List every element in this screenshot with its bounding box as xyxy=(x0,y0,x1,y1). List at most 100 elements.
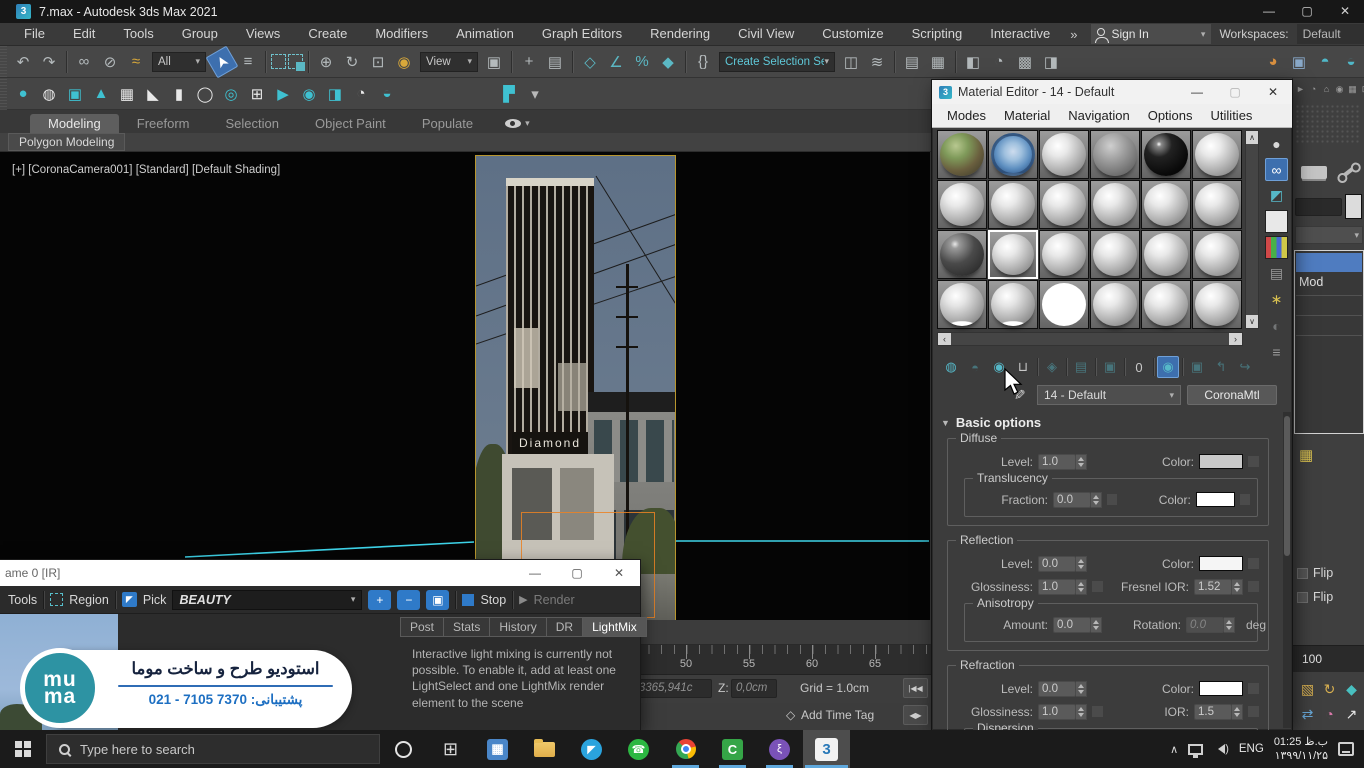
create-geosphere-icon[interactable]: ◎ xyxy=(219,82,243,106)
align-icon[interactable]: ≋ xyxy=(865,50,889,74)
material-slot-15[interactable] xyxy=(1039,230,1089,279)
spinner-icon[interactable] xyxy=(1232,704,1243,720)
ribbon-tab-object-paint[interactable]: Object Paint xyxy=(297,114,404,133)
show-end-result-icon[interactable]: ▣ xyxy=(1186,356,1208,378)
render-production-icon[interactable]: ◓ xyxy=(1313,50,1337,74)
redo-icon[interactable]: ↷ xyxy=(37,50,61,74)
material-slot-21[interactable] xyxy=(1039,280,1089,329)
orbit-icon[interactable]: ◔ xyxy=(1319,703,1340,725)
refraction-ior-field[interactable]: 1.5 xyxy=(1194,704,1243,720)
parameter-table-icon[interactable]: ▦ xyxy=(115,82,139,106)
reference-coordinate-dropdown[interactable]: View▾ xyxy=(420,52,478,72)
vfb-pick-button[interactable]: Pick xyxy=(143,593,167,607)
spinner-icon[interactable] xyxy=(1076,681,1087,697)
pan-icon[interactable]: ⇄ xyxy=(1297,703,1318,725)
render-iterative-icon[interactable]: ◒ xyxy=(1339,50,1363,74)
render-pass-dropdown[interactable]: BEAUTY▾ xyxy=(172,590,362,610)
material-slot-9[interactable] xyxy=(1039,180,1089,229)
chrome-app[interactable] xyxy=(662,730,709,768)
reflection-level-field[interactable]: 0.0 xyxy=(1038,556,1087,572)
material-slot-4[interactable] xyxy=(1090,130,1140,179)
anisotropy-rotation-map-button[interactable] xyxy=(1239,618,1241,631)
spinner-icon[interactable] xyxy=(1091,492,1102,508)
create-lamp-icon[interactable]: ◒ xyxy=(375,82,399,106)
refraction-ior-map-button[interactable] xyxy=(1247,705,1260,718)
play-animation-icon[interactable]: ▶ xyxy=(271,82,295,106)
zoom-out-button[interactable]: − xyxy=(397,590,420,610)
options-icon[interactable]: ∗ xyxy=(1265,288,1288,311)
material-slot-19[interactable] xyxy=(937,280,987,329)
keyboard-override-icon[interactable]: ▤ xyxy=(543,50,567,74)
modifier-list-dropdown[interactable]: ▾ xyxy=(1295,226,1363,244)
viewport[interactable]: [+] [CoronaCamera001] [Standard] [Defaul… xyxy=(0,152,930,620)
video-color-check-icon[interactable] xyxy=(1265,236,1288,259)
dope-sheet-icon[interactable]: ▩ xyxy=(1013,50,1037,74)
select-by-name-icon[interactable]: ≡ xyxy=(236,50,260,74)
snap-toggle-icon[interactable]: ◇ xyxy=(578,50,602,74)
menu-graph-editors[interactable]: Graph Editors xyxy=(528,23,636,45)
mirror-icon[interactable]: ◫ xyxy=(839,50,863,74)
teapot-icon[interactable]: ◔ xyxy=(349,82,373,106)
ribbon-display-dropdown[interactable]: ▾ xyxy=(505,118,530,133)
fresnel-ior-map-button[interactable] xyxy=(1247,580,1260,593)
put-to-library-icon[interactable]: ▤ xyxy=(1070,356,1092,378)
search-input[interactable]: Type here to search xyxy=(46,734,380,764)
modifier-stack[interactable]: Mod xyxy=(1294,250,1364,434)
percent-snap-icon[interactable]: % xyxy=(630,50,654,74)
slots-horizontal-scrollbar[interactable]: ‹ › xyxy=(937,332,1243,346)
diffuse-level-color-swatch[interactable] xyxy=(1199,454,1243,469)
vfb-tools-button[interactable]: Tools xyxy=(8,593,37,607)
angle-snap-icon[interactable]: ∠ xyxy=(604,50,628,74)
select-and-scale-icon[interactable]: ⊡ xyxy=(366,50,390,74)
me-menu-material[interactable]: Material xyxy=(995,108,1059,123)
material-slot-6[interactable] xyxy=(1192,130,1242,179)
vfb-tab-stats[interactable]: Stats xyxy=(444,617,490,637)
refraction-level-color-swatch[interactable] xyxy=(1199,681,1243,696)
spinner-icon[interactable] xyxy=(1232,579,1243,595)
zoom-in-button[interactable]: + xyxy=(368,590,391,610)
menu-edit[interactable]: Edit xyxy=(59,23,109,45)
render-setup-icon[interactable]: ◕ xyxy=(1261,50,1285,74)
menu-animation[interactable]: Animation xyxy=(442,23,528,45)
spinner-icon[interactable] xyxy=(1076,454,1087,470)
anisotropy-amount-field[interactable]: 0.0 xyxy=(1053,617,1102,633)
select-by-material-icon[interactable]: ◐ xyxy=(1265,314,1288,337)
select-and-link-icon[interactable]: ∞ xyxy=(72,50,96,74)
material-slot-1[interactable] xyxy=(937,130,987,179)
object-name-field[interactable] xyxy=(1295,198,1342,216)
speaker-icon[interactable]: ) xyxy=(1213,743,1229,755)
spinner-icon[interactable] xyxy=(1224,617,1235,633)
display-tab-icon[interactable]: ▦ xyxy=(1347,80,1358,98)
scroll-left-icon[interactable]: ‹ xyxy=(938,333,951,345)
3dsmax-app[interactable]: 3 xyxy=(803,730,850,768)
me-minimize-button[interactable]: — xyxy=(1178,80,1216,104)
refraction-level-field[interactable]: 0.0 xyxy=(1038,681,1087,697)
material-slot-2[interactable] xyxy=(988,130,1038,179)
utilities-tab-icon[interactable]: ⊡ xyxy=(1360,80,1364,98)
select-and-place-icon[interactable]: ◉ xyxy=(392,50,416,74)
y-coordinate-field[interactable]: -3365,941c xyxy=(630,679,712,698)
me-menu-modes[interactable]: Modes xyxy=(938,108,995,123)
refraction-glossiness-field[interactable]: 1.0 xyxy=(1038,704,1087,720)
create-figure-icon[interactable]: ▮ xyxy=(167,82,191,106)
material-slot-13[interactable] xyxy=(937,230,987,279)
ribbon-tab-modeling[interactable]: Modeling xyxy=(30,114,119,133)
refraction-level-color-map-button[interactable] xyxy=(1247,682,1260,695)
ribbon-tab-selection[interactable]: Selection xyxy=(208,114,297,133)
refraction-glossiness-map-button[interactable] xyxy=(1091,705,1104,718)
material-slot-24[interactable] xyxy=(1192,280,1242,329)
calculator-app[interactable]: ▦ xyxy=(474,730,521,768)
camtasia-app[interactable]: C xyxy=(709,730,756,768)
me-menu-utilities[interactable]: Utilities xyxy=(1202,108,1262,123)
maximize-button[interactable]: ▢ xyxy=(1288,0,1326,23)
select-and-move-icon[interactable]: ⊕ xyxy=(314,50,338,74)
reflection-glossiness-field[interactable]: 1.0 xyxy=(1038,579,1087,595)
diffuse-level-field[interactable]: 1.0 xyxy=(1038,454,1087,470)
scroll-up-icon[interactable]: ∧ xyxy=(1246,131,1258,144)
make-unique-icon[interactable]: ◈ xyxy=(1041,356,1063,378)
flip-checkbox[interactable] xyxy=(1297,568,1308,579)
save-material-icon[interactable]: ▣ xyxy=(1099,356,1121,378)
reflection-level-color-map-button[interactable] xyxy=(1247,557,1260,570)
menu-customize[interactable]: Customize xyxy=(808,23,897,45)
selected-modifier-row[interactable] xyxy=(1296,253,1362,272)
